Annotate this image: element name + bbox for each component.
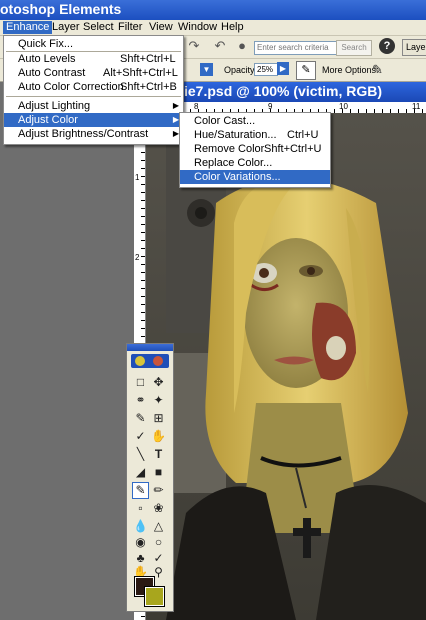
menu-window[interactable]: Window — [175, 21, 220, 34]
document-title: ie7.psd @ 100% (victim, RGB) — [184, 83, 383, 99]
magic-wand-tool-icon[interactable]: ✦ — [150, 392, 167, 409]
line-tool-icon[interactable]: ╲ — [132, 446, 149, 463]
search-button[interactable]: Search — [336, 40, 372, 56]
menu-view[interactable]: View — [146, 21, 176, 34]
lock-icon[interactable]: ● — [234, 38, 250, 54]
menu-separator — [6, 96, 181, 97]
eraser-tool-icon[interactable]: ▫ — [132, 500, 149, 517]
menu-item-quick-fix[interactable]: Quick Fix... — [4, 37, 183, 51]
menu-item-adjust-brightness-contrast[interactable]: Adjust Brightness/Contrast ▶ — [4, 127, 183, 141]
eyedropper-tool-icon[interactable]: ✓ — [132, 428, 149, 445]
ruler-label: 9 — [268, 102, 273, 111]
burn-tool-icon[interactable]: ○ — [150, 534, 167, 551]
menu-filter[interactable]: Filter — [115, 21, 145, 34]
sharpen-tool-icon[interactable]: △ — [150, 518, 167, 535]
hand-small-tool-icon[interactable]: ✋ — [150, 428, 167, 445]
menu-item-auto-color-correction[interactable]: Auto Color Correction Shft+Ctrl+B — [4, 80, 183, 94]
blur-tool-icon[interactable]: 💧 — [132, 518, 149, 535]
move-tool-icon[interactable]: ✥ — [150, 374, 167, 391]
opacity-label: Opacity: — [224, 65, 258, 75]
photo-zombie-woman — [146, 113, 426, 620]
enhance-menu: Quick Fix... Auto Levels Shft+Ctrl+L Aut… — [3, 35, 184, 145]
menu-item-auto-levels[interactable]: Auto Levels Shft+Ctrl+L — [4, 52, 183, 66]
search-input[interactable] — [254, 41, 338, 55]
menu-layer[interactable]: Layer — [49, 21, 83, 34]
paint-bucket-tool-icon[interactable]: ◢ — [132, 464, 149, 481]
menu-bar: Enhance Layer Select Filter View Window … — [0, 20, 426, 36]
menu-item-remove-color[interactable]: Remove Color Shft+Ctrl+U — [180, 142, 330, 156]
layers-button[interactable]: Layer — [402, 39, 426, 56]
opacity-field[interactable]: 25% — [254, 63, 278, 76]
crop-tool-icon[interactable]: ⊞ — [150, 410, 167, 427]
help-button[interactable]: ? — [379, 38, 395, 54]
sponge-tool-icon[interactable]: ◉ — [132, 534, 149, 551]
ruler-label: 10 — [339, 102, 348, 111]
more-options-label: More Options: — [322, 65, 379, 75]
menu-help[interactable]: Help — [218, 21, 247, 34]
app-titlebar: otoshop Elements — [0, 0, 426, 20]
menu-item-color-variations[interactable]: Color Variations... — [180, 170, 330, 184]
ruler-label: 1 — [135, 173, 140, 182]
background-color-swatch[interactable] — [144, 586, 165, 607]
menu-enhance[interactable]: Enhance — [3, 21, 53, 34]
ruler-label: 2 — [135, 253, 140, 262]
selection-brush-tool-icon[interactable]: ✎ — [132, 410, 149, 427]
mode-dropdown-arrow[interactable]: ▼ — [200, 63, 213, 76]
menu-item-adjust-color[interactable]: Adjust Color ▶ — [4, 113, 183, 127]
menu-item-hue-saturation[interactable]: Hue/Saturation... Ctrl+U — [180, 128, 330, 142]
menu-item-color-cast[interactable]: Color Cast... — [180, 114, 330, 128]
ruler-label: 8 — [194, 102, 199, 111]
menu-item-adjust-lighting[interactable]: Adjust Lighting ▶ — [4, 99, 183, 113]
lasso-tool-icon[interactable]: ⚭ — [132, 392, 149, 409]
airbrush-toggle[interactable]: ✎ — [296, 61, 316, 80]
menu-item-replace-color[interactable]: Replace Color... — [180, 156, 330, 170]
submenu-arrow-icon: ▶ — [172, 101, 179, 110]
brush-tool-icon[interactable]: ✎ — [132, 482, 149, 499]
marquee-tool-icon[interactable]: □ — [132, 374, 149, 391]
type-tool-icon[interactable]: T — [150, 446, 167, 463]
toolbox-panel: □ ✥ ⚭ ✦ ✎ ⊞ ✓ ✋ ╲ T ◢ ■ ✎ ✏ ▫ ❀ 💧 △ ◉ ○ … — [126, 343, 174, 612]
toolbox-grip[interactable] — [127, 344, 173, 351]
image-canvas[interactable] — [146, 113, 426, 620]
opacity-stepper[interactable]: ▶ — [277, 62, 289, 75]
menu-item-auto-contrast[interactable]: Auto Contrast Alt+Shft+Ctrl+L — [4, 66, 183, 80]
app-title: otoshop Elements — [0, 1, 122, 17]
impressionist-brush-icon[interactable]: ❀ — [150, 500, 167, 517]
elements-logo[interactable] — [131, 354, 169, 368]
adjust-color-submenu: Color Cast... Hue/Saturation... Ctrl+U R… — [179, 112, 331, 188]
brush-options-icon[interactable]: ✎ — [372, 62, 383, 78]
pencil-tool-icon[interactable]: ✏ — [150, 482, 167, 499]
menu-select[interactable]: Select — [80, 21, 117, 34]
ruler-label: 11 — [412, 102, 421, 111]
undo-icon[interactable]: ↶ — [212, 38, 228, 54]
gradient-tool-icon[interactable]: ■ — [150, 464, 167, 481]
redo-icon[interactable]: ↷ — [186, 38, 202, 54]
